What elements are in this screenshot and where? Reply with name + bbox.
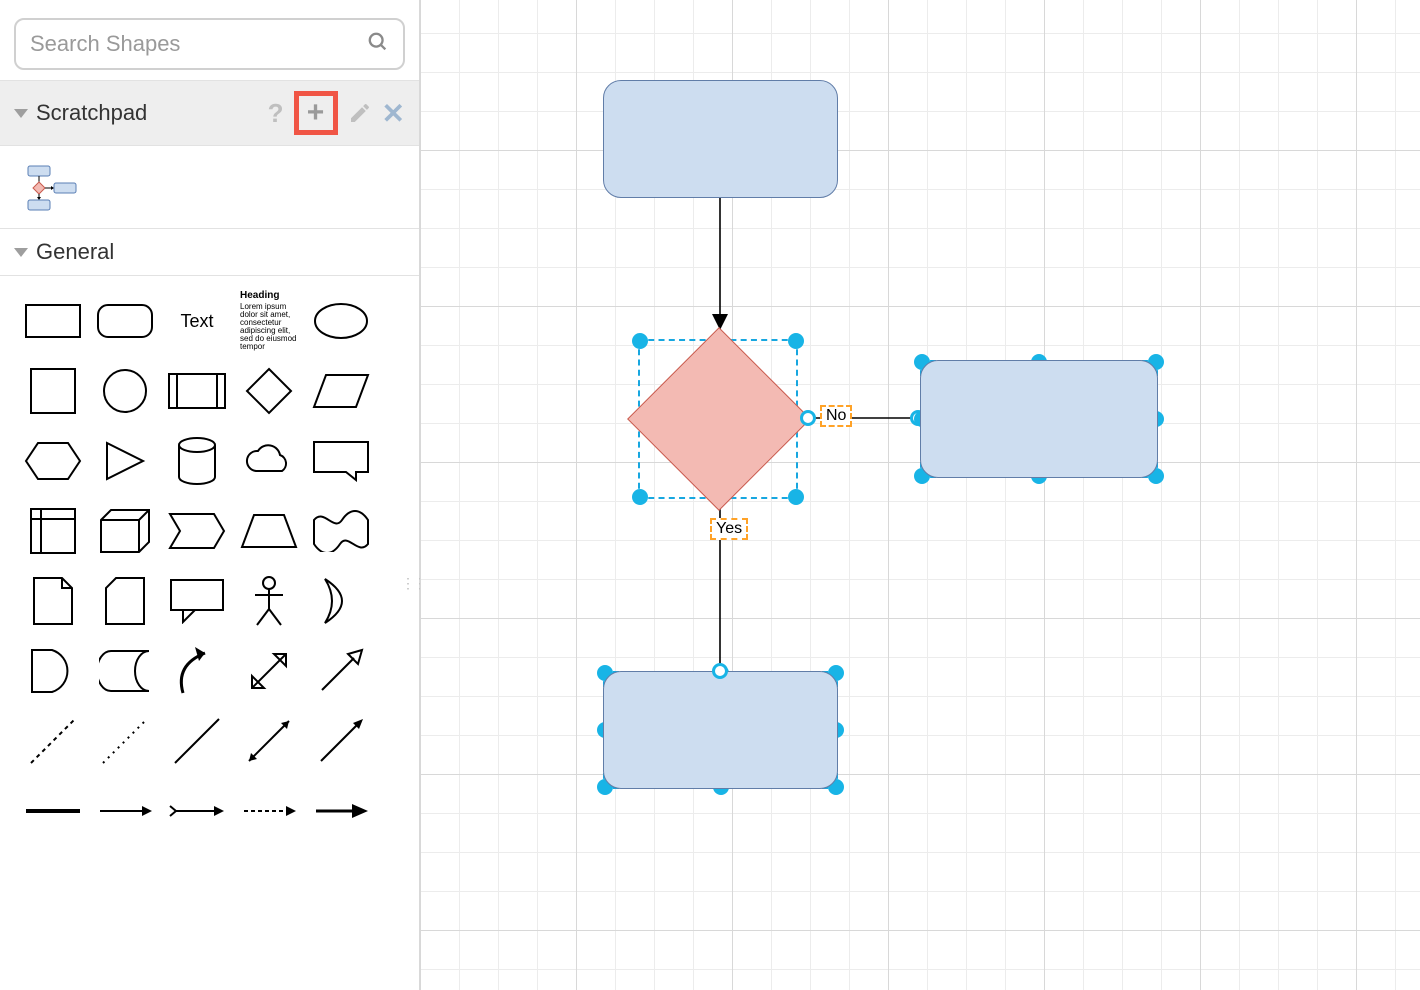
shape-connector-4[interactable] — [310, 780, 372, 842]
shape-square[interactable] — [22, 360, 84, 422]
collapse-caret-icon — [14, 248, 28, 257]
shape-cylinder[interactable] — [166, 430, 228, 492]
general-title: General — [36, 239, 114, 265]
shape-callout[interactable] — [166, 570, 228, 632]
scratchpad-help-button[interactable]: ? — [268, 98, 284, 129]
shape-arrow[interactable] — [310, 640, 372, 702]
search-shapes-input[interactable] — [30, 31, 367, 57]
shape-tape[interactable] — [310, 500, 372, 562]
shape-triangle[interactable] — [94, 430, 156, 492]
shape-line-bidir-arrow[interactable] — [238, 710, 300, 772]
shape-palette: Text HeadingLorem ipsum dolor sit amet, … — [0, 276, 419, 862]
shape-rounded-rectangle[interactable] — [94, 290, 156, 352]
search-icon — [367, 31, 389, 58]
shape-data-storage[interactable] — [94, 640, 156, 702]
edge-target-handle[interactable] — [712, 663, 728, 679]
scratchpad-edit-button[interactable] — [348, 101, 372, 125]
shape-rectangle[interactable] — [22, 290, 84, 352]
shape-heading-text[interactable]: HeadingLorem ipsum dolor sit amet, conse… — [238, 290, 300, 352]
shapes-sidebar: Scratchpad ? + ✕ — [0, 0, 420, 990]
diagram-canvas[interactable]: No Yes — [420, 0, 1420, 990]
flow-node-bottom[interactable] — [603, 671, 838, 789]
shape-internal-storage[interactable] — [22, 500, 84, 562]
flow-node-right[interactable] — [920, 360, 1158, 478]
shape-connector-2[interactable] — [166, 780, 228, 842]
shape-text[interactable]: Text — [166, 290, 228, 352]
scratchpad-close-button[interactable]: ✕ — [382, 97, 405, 130]
scratchpad-title: Scratchpad — [36, 100, 147, 126]
search-shapes-field[interactable] — [14, 18, 405, 70]
shape-card[interactable] — [94, 570, 156, 632]
shape-cube[interactable] — [94, 500, 156, 562]
shape-cloud[interactable] — [238, 430, 300, 492]
flow-node-decision[interactable] — [644, 344, 794, 494]
shape-parallelogram[interactable] — [310, 360, 372, 422]
shape-callout-rect[interactable] — [310, 430, 372, 492]
shape-note[interactable] — [22, 570, 84, 632]
shape-ellipse[interactable] — [310, 290, 372, 352]
shape-dotted-line[interactable] — [94, 710, 156, 772]
shape-bidirectional-arrow[interactable] — [238, 640, 300, 702]
shape-dashed-line[interactable] — [22, 710, 84, 772]
edge-source-handle[interactable] — [800, 410, 816, 426]
scratchpad-item-flowchart[interactable] — [22, 164, 80, 214]
general-section-header[interactable]: General — [0, 228, 419, 276]
edge-label-down[interactable]: Yes — [710, 518, 748, 540]
shape-link-solid[interactable] — [22, 780, 84, 842]
shape-line[interactable] — [166, 710, 228, 772]
shape-connector-3[interactable] — [238, 780, 300, 842]
edge-label-right[interactable]: No — [820, 405, 852, 427]
shape-process[interactable] — [166, 360, 228, 422]
shape-trapezoid[interactable] — [238, 500, 300, 562]
shape-actor[interactable] — [238, 570, 300, 632]
collapse-caret-icon — [14, 109, 28, 118]
scratchpad-add-button[interactable]: + — [294, 91, 338, 135]
shape-curve-arrow[interactable] — [166, 640, 228, 702]
scratchpad-section-header[interactable]: Scratchpad ? + ✕ — [0, 80, 419, 146]
shape-and[interactable] — [22, 640, 84, 702]
edges-layer — [420, 0, 1420, 990]
scratchpad-body — [0, 146, 419, 228]
shape-line-arrow[interactable] — [310, 710, 372, 772]
shape-connector-1[interactable] — [94, 780, 156, 842]
shape-circle[interactable] — [94, 360, 156, 422]
shape-hexagon[interactable] — [22, 430, 84, 492]
shape-diamond[interactable] — [238, 360, 300, 422]
shape-step[interactable] — [166, 500, 228, 562]
shape-or[interactable] — [310, 570, 372, 632]
